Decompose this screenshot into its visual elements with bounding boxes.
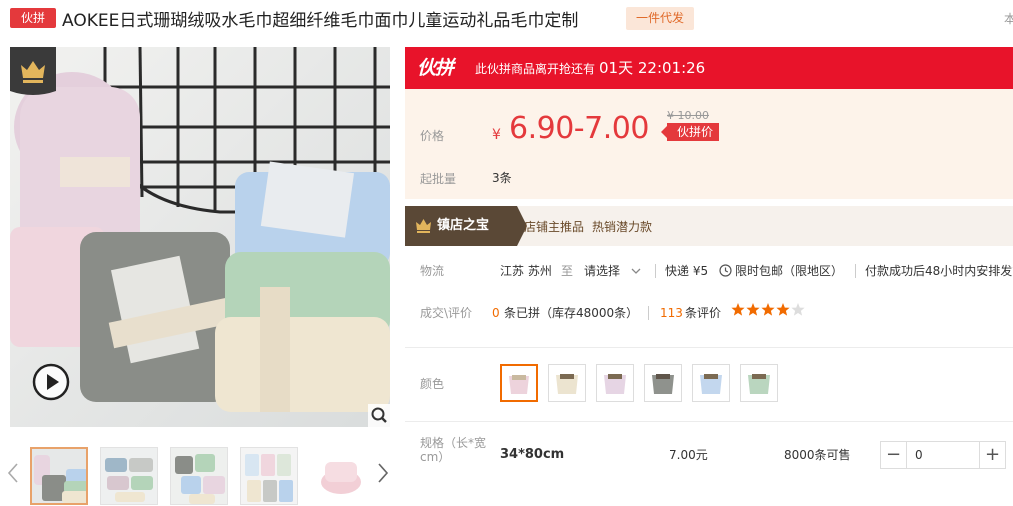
separator xyxy=(648,306,649,320)
sold-text: 条已拼（库存48000条） xyxy=(504,306,639,320)
free-shipping: 限时包邮（限地区） xyxy=(735,264,844,278)
shop-treasure-bar: 镇店之宝 店铺主推品 热销潜力款 xyxy=(405,206,1013,246)
thumbnail-2[interactable] xyxy=(100,447,158,505)
quantity-input[interactable]: 0 xyxy=(908,442,978,468)
color-swatch-lilac[interactable] xyxy=(596,364,634,402)
color-swatch-green[interactable] xyxy=(740,364,778,402)
spec-size: 34*80cm xyxy=(500,447,565,462)
sold-count: 0 xyxy=(492,306,500,320)
spec-stock: 8000条可售 xyxy=(784,448,851,462)
separator xyxy=(855,264,856,278)
shop-tag-recommended: 店铺主推品 xyxy=(524,220,585,234)
thumbnail-strip xyxy=(0,441,396,506)
product-title: AOKEE日式珊瑚绒吸水毛巾超细纤维毛巾面巾儿童运动礼品毛巾定制 xyxy=(62,11,579,31)
countdown-label: 此伙拼商品离开抢还有 xyxy=(475,62,596,76)
color-swatch-cream[interactable] xyxy=(548,364,586,402)
separator xyxy=(655,264,656,278)
shop-title-box: 镇店之宝 xyxy=(405,206,527,246)
group-price-tag: 伙拼价 xyxy=(660,123,720,141)
thumbnail-5[interactable] xyxy=(310,447,368,505)
chevron-left-icon[interactable] xyxy=(6,461,20,485)
shop-crown-icon xyxy=(416,219,431,233)
thumbnail-3[interactable] xyxy=(170,447,228,505)
magnifier-icon xyxy=(371,407,387,423)
quantity-stepper: − 0 + xyxy=(880,441,1006,469)
price-currency: ¥ xyxy=(492,127,501,143)
play-icon[interactable] xyxy=(32,363,70,401)
original-price: ¥ 10.00 xyxy=(667,109,709,122)
trade-label: 成交\评价 xyxy=(420,306,473,320)
logistics-label: 物流 xyxy=(420,264,445,278)
group-buy-logo: 伙拼 xyxy=(417,57,454,79)
crown-icon xyxy=(10,47,56,95)
dropship-tag[interactable]: 一件代发 xyxy=(626,7,694,30)
group-buy-countdown-bar: 伙拼 此伙拼商品离开抢还有 01天 22:01:26 xyxy=(405,47,1013,89)
price-box: 价格 ¥ 6.90-7.00 ¥ 10.00 伙拼价 起批量 3条 xyxy=(405,89,1013,199)
zoom-button[interactable] xyxy=(368,404,390,427)
product-main-image[interactable] xyxy=(10,47,390,427)
title-right-fragment: 本 xyxy=(1004,12,1013,26)
color-label: 颜色 xyxy=(420,377,445,391)
review-count[interactable]: 113 xyxy=(660,305,683,321)
review-text[interactable]: 条评价 xyxy=(685,305,721,321)
price-value: 6.90-7.00 xyxy=(509,111,649,146)
destination-select[interactable]: 请选择 xyxy=(584,263,620,279)
moq-value: 3条 xyxy=(492,171,512,185)
thumbnail-4[interactable] xyxy=(240,447,298,505)
chevron-down-icon[interactable] xyxy=(631,266,641,276)
delivery-time: 付款成功后48小时内安排发货 xyxy=(865,264,1013,278)
divider xyxy=(405,421,1013,422)
price-label: 价格 xyxy=(420,129,445,143)
shop-title: 镇店之宝 xyxy=(437,218,490,233)
spec-label: 规格（长*宽cm） xyxy=(420,436,487,464)
thumbnail-1[interactable] xyxy=(30,447,88,505)
clock-icon xyxy=(719,264,732,277)
express-fee: 快递 ¥5 xyxy=(665,264,709,278)
spec-price: 7.00元 xyxy=(669,448,708,462)
shop-tag-hot: 热销潜力款 xyxy=(592,220,653,234)
countdown-timer: 01天 22:01:26 xyxy=(599,59,706,77)
color-swatch-blue[interactable] xyxy=(692,364,730,402)
logistics-to: 至 xyxy=(561,264,574,278)
chevron-right-icon[interactable] xyxy=(376,461,390,485)
logistics-origin: 江苏 苏州 xyxy=(500,264,552,278)
increase-button[interactable]: + xyxy=(979,442,1005,468)
divider xyxy=(405,347,1013,348)
color-swatch-pink[interactable] xyxy=(500,364,538,402)
rating-stars xyxy=(731,303,805,316)
group-buy-badge: 伙拼 xyxy=(10,8,56,28)
color-swatch-grey[interactable] xyxy=(644,364,682,402)
moq-label: 起批量 xyxy=(420,172,457,186)
decrease-button[interactable]: − xyxy=(881,442,907,468)
title-row: 伙拼 AOKEE日式珊瑚绒吸水毛巾超细纤维毛巾面巾儿童运动礼品毛巾定制 一件代发… xyxy=(0,0,1013,40)
